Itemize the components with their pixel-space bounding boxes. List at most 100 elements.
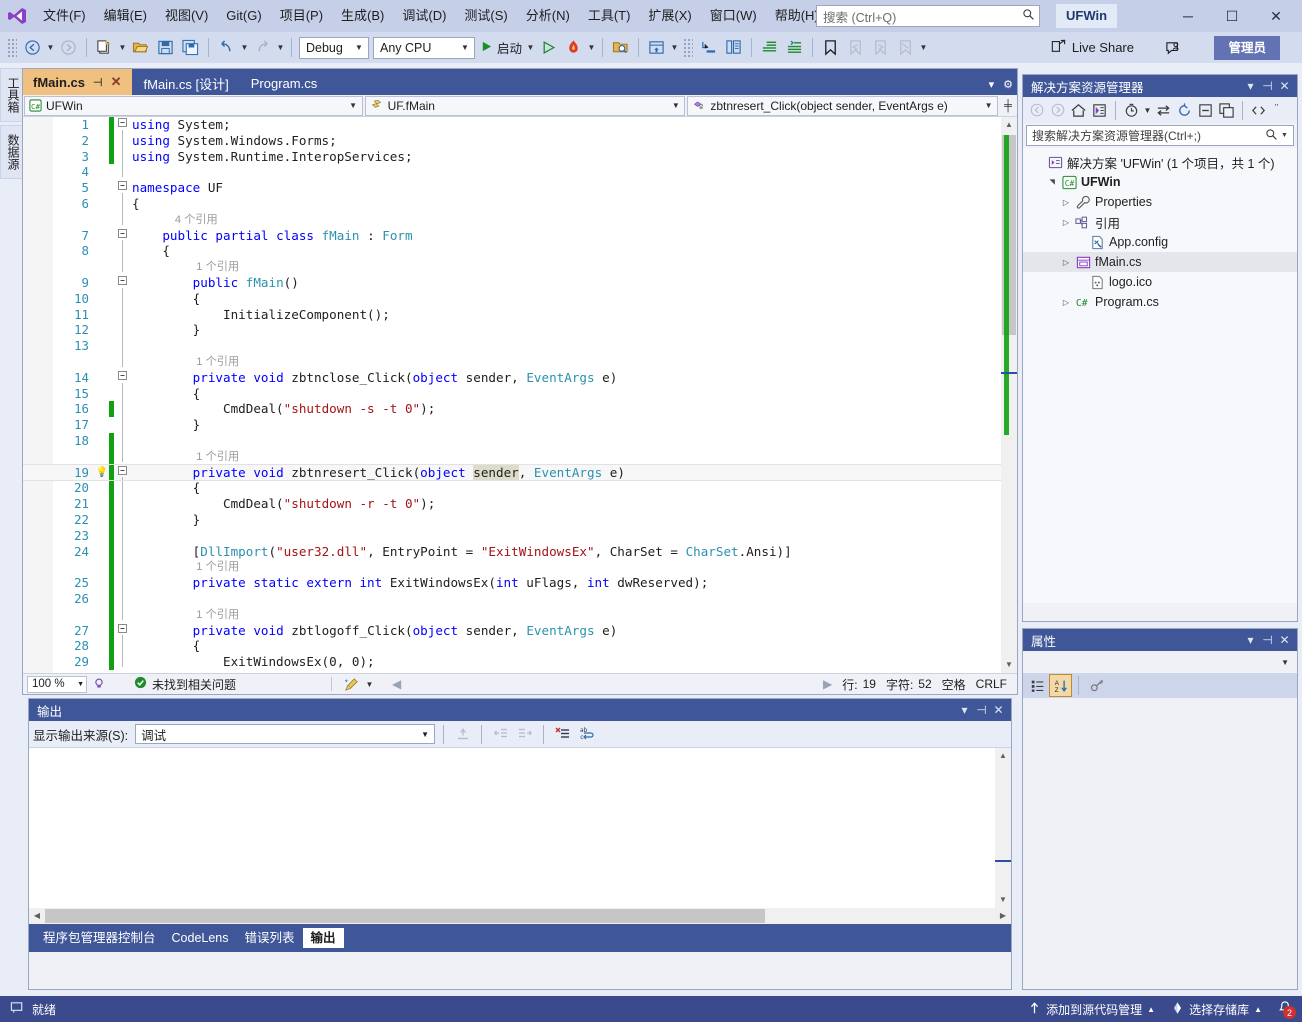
codelens-reference-count[interactable]: 1 个引用 [132,609,239,621]
output-horizontal-scrollbar[interactable]: ◀ ▶ [29,908,1011,924]
find-in-files-icon[interactable] [609,36,632,59]
categorized-view-icon[interactable] [1027,675,1048,696]
prev-arrow-icon[interactable]: ◀ [387,677,406,691]
intellicode-icon[interactable] [87,677,111,691]
code-line[interactable]: 2 using System.Windows.Forms; [23,129,1001,149]
close-icon[interactable]: ✕ [1276,633,1293,647]
chevron-collapsed-icon[interactable]: ▷ [1059,198,1073,207]
indent-icon[interactable] [758,36,781,59]
hot-reload-icon[interactable] [562,36,585,59]
pin-icon[interactable]: ⊣ [93,76,103,89]
hot-reload-dropdown[interactable]: ▼ [586,36,597,59]
code-line[interactable]: 22 } [23,508,1001,528]
navigate-back-icon[interactable] [21,36,44,59]
properties-grid[interactable] [1023,698,1297,988]
output-scroll-down-arrow[interactable]: ▼ [995,892,1011,908]
nav-forward-icon[interactable] [1047,100,1068,121]
solution-explorer-icon[interactable] [645,36,668,59]
indentation-status[interactable]: 空格 [937,676,971,693]
navbar-project-select[interactable]: C# UFWin ▼ [24,95,363,116]
tree-node[interactable]: ▷ Properties [1023,192,1297,212]
compare-icon[interactable] [722,36,745,59]
start-dropdown[interactable]: ▼ [525,36,536,59]
code-line[interactable]: 4 个引用 [23,208,1001,228]
new-project-dropdown[interactable]: ▼ [117,36,128,59]
code-line[interactable]: 3 using System.Runtime.InteropServices; [23,145,1001,165]
tree-node[interactable]: App.config [1023,232,1297,252]
code-line[interactable]: 23 [23,524,1001,544]
chevron-down-icon[interactable]: ▾ [956,703,973,717]
code-line[interactable]: 26 [23,587,1001,607]
editor-vertical-scrollbar[interactable]: ▲ ▼ [1001,117,1017,673]
solution-explorer-dropdown[interactable]: ▼ [669,36,680,59]
output-scroll-right-arrow[interactable]: ▶ [995,908,1011,924]
code-line[interactable]: 16 CmdDeal("shutdown -s -t 0"); [23,398,1001,418]
nav-back-icon[interactable] [1026,100,1047,121]
bookmark-clear-icon[interactable] [894,36,917,59]
redo-dropdown[interactable]: ▼ [275,36,286,59]
collapse-all-icon[interactable] [1195,100,1216,121]
code-line[interactable]: 24 [DllImport("user32.dll", EntryPoint =… [23,540,1001,560]
pin-icon[interactable]: ⊣ [1259,633,1276,647]
menu-item-project[interactable]: 项目(P) [271,0,332,32]
menu-item-git[interactable]: Git(G) [217,0,270,32]
code-line[interactable]: 7 public partial class fMain : Form [23,228,1001,244]
pin-icon[interactable]: ⊣ [973,703,990,717]
code-line[interactable]: 27 private void zbtlogoff_Click(object s… [23,622,1001,639]
code-line[interactable]: 1 个引用 [23,350,1001,370]
open-file-icon[interactable] [129,36,152,59]
panel-tab-package-manager-console[interactable]: 程序包管理器控制台 [35,928,164,948]
solution-tree[interactable]: 解决方案 'UFWin' (1 个项目，共 1 个) ◢ C# UFWin ▷ Prope… [1023,148,1297,603]
navbar-type-select[interactable]: UF.fMain ▼ [364,95,686,116]
minimize-button[interactable]: ─ [1166,0,1210,32]
code-cleanup-icon[interactable] [339,677,364,692]
split-editor-icon[interactable]: ╪ [999,100,1017,112]
pending-changes-icon[interactable] [1121,100,1142,121]
menu-item-view[interactable]: 视图(V) [156,0,217,32]
zoom-level-select[interactable]: 100 % ▼ [27,675,87,693]
menu-item-analyze[interactable]: 分析(N) [517,0,579,32]
document-tab-fmain-cs[interactable]: fMain.cs ⊣ ✕ [23,69,132,95]
navigate-forward-icon[interactable] [57,36,80,59]
bookmark-icon[interactable] [819,36,842,59]
code-line[interactable]: 1 个引用 [23,256,1001,275]
global-search-input[interactable]: 搜索 (Ctrl+Q) [816,5,1040,27]
code-line[interactable]: 10 { [23,287,1001,307]
code-line[interactable]: 8 { [23,240,1001,259]
outdent-icon[interactable] [783,36,806,59]
chevron-expanded-icon[interactable]: ◢ [1048,175,1056,189]
settings-gear-icon[interactable]: ⚙ [1003,78,1013,91]
code-line[interactable]: 4 [23,161,1001,180]
undo-icon[interactable] [215,36,238,59]
code-line[interactable]: 11 InitializeComponent(); [23,303,1001,323]
toolbar-overflow-button[interactable]: ▼ [918,36,929,59]
go-to-message-icon[interactable] [452,724,473,745]
document-tab-fmain-designer[interactable]: fMain.cs [设计] [133,71,239,95]
panel-tab-error-list[interactable]: 错误列表 [237,928,303,948]
tree-node[interactable]: ▷ 引用 [1023,212,1297,232]
toolbar-grip[interactable] [7,37,17,58]
code-line[interactable]: 5 namespace UF [23,180,1001,196]
chevron-down-icon[interactable]: ▾ [1242,79,1259,93]
view-code-icon[interactable] [1248,100,1269,121]
solution-explorer-search-input[interactable]: 搜索解决方案资源管理器(Ctrl+;) ▼ [1026,125,1294,146]
code-line[interactable]: 25 private static extern int ExitWindows… [23,572,1001,591]
tab-list-icon[interactable]: ▾ [989,78,995,91]
chevron-down-icon[interactable]: ▼ [1278,132,1291,139]
codelens-reference-count[interactable]: 1 个引用 [132,356,239,368]
new-project-icon[interactable] [93,36,116,59]
code-line[interactable]: 18 [23,429,1001,449]
code-line[interactable]: 20 { [23,477,1001,497]
chevron-down-icon[interactable]: ▾ [1242,633,1259,647]
code-line[interactable]: 13 [23,335,1001,354]
output-scroll-up-arrow[interactable]: ▲ [995,748,1011,764]
code-line[interactable]: 1 个引用 [23,445,1001,465]
line-ending-status[interactable]: CRLF [971,677,1017,691]
pending-changes-dropdown[interactable]: ▼ [1142,99,1153,122]
output-source-select[interactable]: 调试 ▼ [135,724,436,744]
code-line[interactable]: 29 ExitWindowsEx(0, 0); [23,651,1001,670]
pin-icon[interactable]: ⊣ [1259,79,1276,93]
issues-status[interactable]: 未找到相关问题 [129,676,241,693]
start-debugging-button[interactable]: 启动 [477,36,525,59]
properties-icon[interactable]: " [1269,100,1290,121]
